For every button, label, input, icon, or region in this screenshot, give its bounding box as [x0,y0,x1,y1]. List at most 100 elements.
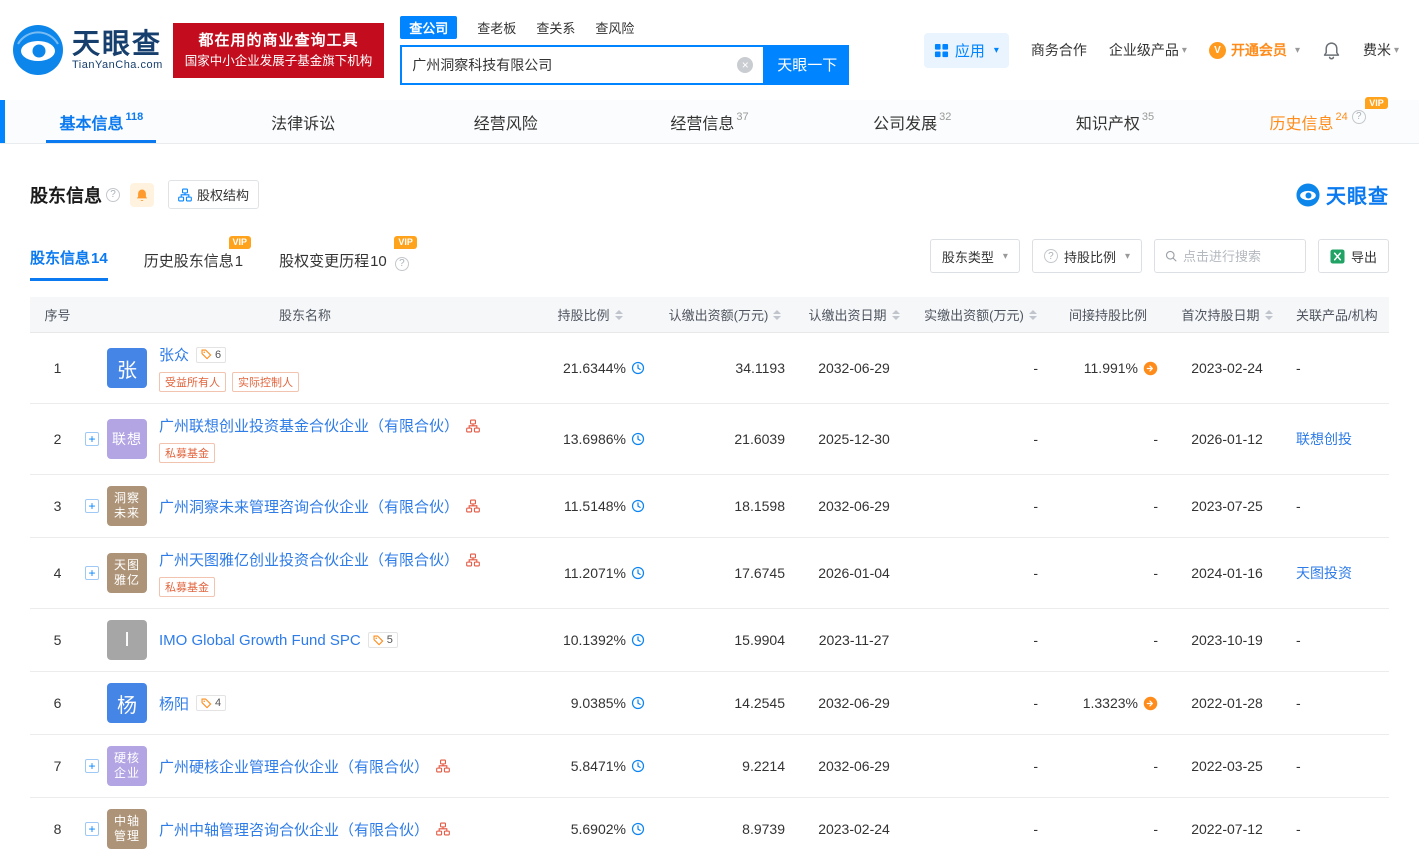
shareholder-name-link[interactable]: IMO Global Growth Fund SPC [159,632,361,649]
paid-amount-cell: - [1033,565,1038,581]
shareholder-name-link[interactable]: 广州硬核企业管理合伙企业（有限合伙） [159,756,429,777]
shareholder-name-link[interactable]: 广州联想创业投资基金合伙企业（有限合伙） [159,415,459,436]
search-tab-risk[interactable]: 查风险 [595,18,634,37]
related-product-link[interactable]: 联想创投 [1296,431,1352,447]
tianyancha-logo[interactable]: 天眼查 TianYanCha.com [12,24,163,76]
expand-button[interactable]: + [85,759,99,773]
equity-change-clock-icon[interactable] [631,696,645,710]
subtab-count: 14 [91,250,108,267]
tab-basic-info[interactable]: 基本信息 118 [0,100,203,143]
equity-change-clock-icon[interactable] [631,499,645,513]
header-paid-amount[interactable]: 实缴出资额(万元) [913,305,1048,324]
expand-placeholder [85,361,99,375]
tab-company-development[interactable]: 公司发展 32 [811,100,1014,143]
nav-user-menu[interactable]: 费米 ▾ [1363,40,1399,60]
ratio-filter[interactable]: ? 持股比例 ▾ [1031,239,1142,273]
help-icon[interactable]: ? [106,187,120,202]
sort-icon[interactable] [1264,309,1273,320]
search-button[interactable]: 天眼一下 [765,44,850,85]
subtab-history-shareholder-info[interactable]: VIP 历史股东信息1 [144,236,252,281]
related-product-link[interactable]: 天图投资 [1296,565,1352,581]
header-ratio[interactable]: 持股比例 [525,305,655,324]
equity-structure-button[interactable]: 股权结构 [168,180,260,209]
equity-change-clock-icon[interactable] [631,759,645,773]
clear-icon[interactable]: × [737,56,754,73]
equity-structure-icon[interactable] [466,553,480,567]
export-button[interactable]: 导出 [1317,239,1389,273]
relation-count-badge[interactable]: 4 [196,695,227,711]
expand-button[interactable]: + [85,822,99,836]
tab-label: 知识产权 [1075,115,1140,133]
indirect-ratio-cell: - [1153,758,1158,774]
equity-penetration-icon[interactable] [1143,361,1158,376]
equity-change-clock-icon[interactable] [631,361,645,375]
equity-structure-icon[interactable] [436,822,450,836]
filter-label: 持股比例 [1063,249,1116,265]
nav-enterprise-products[interactable]: 企业级产品 ▾ [1109,40,1187,60]
search-tab-relation[interactable]: 查关系 [536,18,575,37]
name-block: 杨阳 4 [159,693,227,714]
equity-structure-icon[interactable] [466,419,480,433]
subscribed-amount-cell: 9.2214 [742,758,785,774]
shareholder-cell: + 联想 广州联想创业投资基金合伙企业（有限合伙） 私募基金 [85,415,525,463]
subscribe-bell-button[interactable] [130,182,154,207]
company-search-input[interactable] [402,46,764,83]
relation-count-badge[interactable]: 5 [367,632,398,648]
shareholder-name-link[interactable]: 张众 [159,344,189,365]
equity-structure-icon[interactable] [466,499,480,513]
subscribed-date-cell: 2032-06-29 [818,758,890,774]
ratio-cell: 5.8471% [525,758,655,774]
help-icon[interactable]: ? [1351,109,1366,124]
subtab-shareholder-info[interactable]: 股东信息14 [30,233,108,281]
subscribed-date-cell: 2023-11-27 [818,632,890,648]
equity-structure-icon[interactable] [436,759,450,773]
shareholder-avatar: 硬核 企业 [107,746,147,786]
sort-icon[interactable] [891,309,900,320]
tab-label: 经营风险 [473,115,538,133]
expand-button[interactable]: + [85,499,99,513]
tab-legal-proceedings[interactable]: 法律诉讼 [203,100,406,143]
nav-open-vip[interactable]: V 开通会员 ▾ [1208,40,1300,60]
notification-bell-icon[interactable] [1322,41,1341,60]
relation-count-badge[interactable]: 6 [196,346,227,363]
sort-icon[interactable] [1028,309,1037,320]
equity-change-clock-icon[interactable] [631,633,645,647]
apps-button[interactable]: 应用 ▾ [923,32,1009,68]
row-index: 6 [53,695,62,711]
subtab-equity-change-history[interactable]: VIP 股权变更历程10 ? [279,236,417,281]
expand-button[interactable]: + [85,432,99,446]
shareholder-name-link[interactable]: 广州天图雅亿创业投资合伙企业（有限合伙） [159,549,459,570]
shareholder-name-link[interactable]: 广州洞察未来管理咨询合伙企业（有限合伙） [159,496,459,517]
tab-operation-risk[interactable]: 经营风险 [405,100,608,143]
subscribed-amount-cell: 34.1193 [735,360,785,376]
equity-change-clock-icon[interactable] [631,432,645,446]
tab-intellectual-property[interactable]: 知识产权 35 [1014,100,1217,143]
table-search-input[interactable] [1183,248,1295,264]
search-tab-boss[interactable]: 查老板 [477,18,516,37]
expand-button[interactable]: + [85,566,99,580]
chevron-down-icon: ▾ [993,44,999,56]
header-subscribed-date[interactable]: 认缴出资日期 [795,305,913,324]
equity-penetration-icon[interactable] [1143,696,1158,711]
tab-history-info[interactable]: VIP 历史信息 24 ? [1216,96,1419,143]
name-block: 广州中轴管理咨询合伙企业（有限合伙） [159,819,450,840]
header-subscribed-amount[interactable]: 认缴出资额(万元) [655,305,795,324]
sort-icon[interactable] [773,309,782,320]
row-index: 8 [53,821,62,837]
shareholder-name-link[interactable]: 杨阳 [159,693,189,714]
first-date-cell: 2026-01-12 [1191,431,1263,447]
equity-change-clock-icon[interactable] [631,566,645,580]
shareholder-type-filter[interactable]: 股东类型 ▾ [929,239,1020,273]
subscribed-amount-cell: 21.6039 [734,431,785,447]
ratio-cell: 13.6986% [525,431,655,447]
equity-change-clock-icon[interactable] [631,822,645,836]
sort-icon[interactable] [614,309,623,320]
header-first-date[interactable]: 首次持股日期 [1168,305,1286,324]
shareholder-name-link[interactable]: 广州中轴管理咨询合伙企业（有限合伙） [159,819,429,840]
search-tab-company[interactable]: 查公司 [400,15,458,39]
chevron-down-icon: ▾ [1124,250,1130,262]
nav-business-cooperation[interactable]: 商务合作 [1031,40,1087,60]
subscribed-amount-cell: 17.6745 [734,565,785,581]
tab-business-info[interactable]: 经营信息 37 [608,100,811,143]
help-icon[interactable]: ? [394,256,409,271]
